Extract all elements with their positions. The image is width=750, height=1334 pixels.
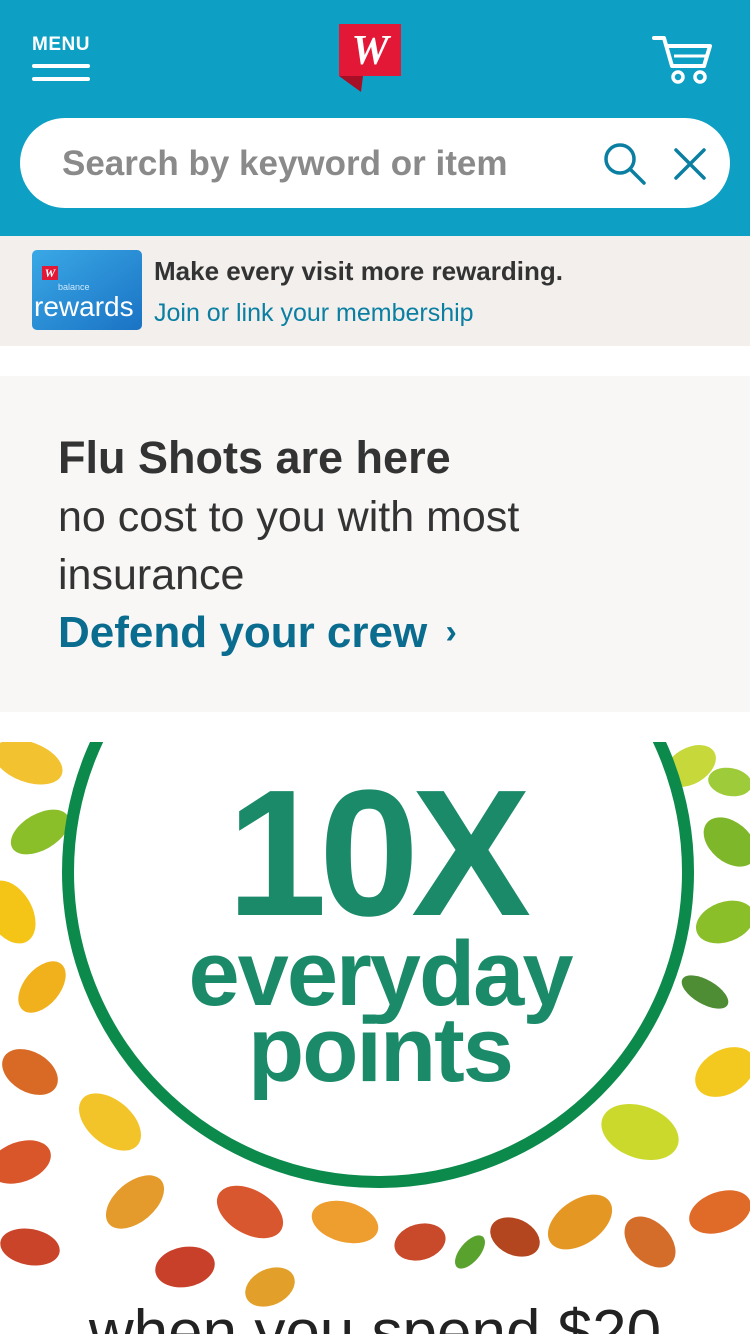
menu-label: MENU xyxy=(32,34,90,55)
menu-bar-icon xyxy=(32,64,90,68)
rewards-join-link[interactable]: Join or link your membership xyxy=(154,299,474,328)
points-promo-banner[interactable]: 10X everyday points when you spend $20 xyxy=(0,742,750,1334)
chevron-right-icon: › xyxy=(445,613,457,651)
flu-description: no cost to you with most insurance xyxy=(58,493,520,599)
flu-link-label: Defend your crew xyxy=(58,608,428,657)
flu-title: Flu Shots are here xyxy=(58,432,451,483)
rewards-banner: W balance rewards Make every visit more … xyxy=(0,236,750,346)
balance-rewards-card[interactable]: W balance rewards xyxy=(32,250,142,330)
logo-letter: W xyxy=(351,28,391,74)
top-header: MENU W xyxy=(0,0,750,236)
close-icon[interactable] xyxy=(672,146,708,182)
cart-icon[interactable] xyxy=(652,32,714,86)
promo-footer: when you spend $20 xyxy=(88,1298,662,1334)
defend-your-crew-link[interactable]: Defend your crew › xyxy=(58,608,457,658)
promo-multiplier: 10X xyxy=(226,753,531,954)
flu-shot-banner[interactable]: Flu Shots are here no cost to you with m… xyxy=(0,376,750,712)
search-bar xyxy=(20,118,730,208)
svg-text:W: W xyxy=(45,266,57,280)
search-input[interactable] xyxy=(60,136,584,192)
card-label: rewards xyxy=(34,291,134,322)
menu-button[interactable]: MENU xyxy=(32,34,94,84)
walgreens-logo[interactable]: W xyxy=(339,24,401,92)
rewards-headline: Make every visit more rewarding. xyxy=(154,256,563,286)
menu-bar-icon xyxy=(32,77,90,81)
promo-points: points xyxy=(248,999,514,1101)
search-icon[interactable] xyxy=(603,142,647,186)
